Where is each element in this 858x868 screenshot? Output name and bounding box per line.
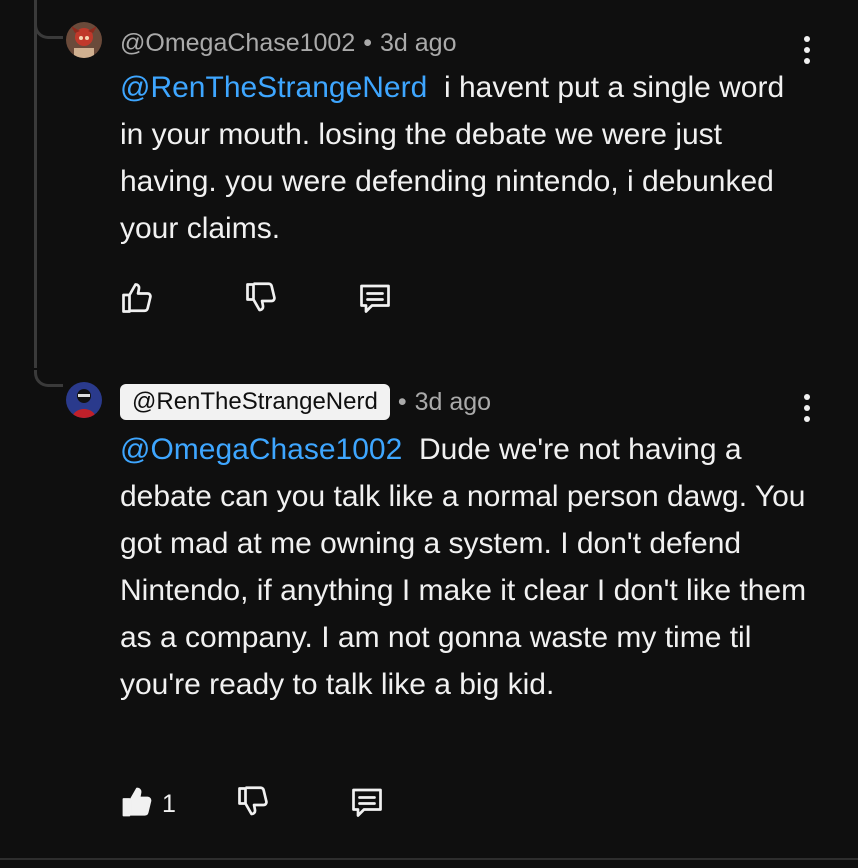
avatar[interactable] <box>66 22 102 58</box>
reply-comment-icon <box>349 784 385 825</box>
thumbs-up-icon <box>119 280 155 321</box>
thread-connector <box>34 22 63 39</box>
comment-body: Dude we're not having a debate can you t… <box>120 433 815 701</box>
reply-button[interactable] <box>356 280 394 320</box>
dislike-button[interactable] <box>234 784 272 824</box>
divider <box>0 858 858 860</box>
avatar[interactable] <box>66 382 102 418</box>
thumbs-up-filled-icon <box>119 784 155 825</box>
separator: • <box>397 387 407 416</box>
comment-actions: 1 <box>118 784 386 824</box>
comment-header: @RenTheStrangeNerd • 3d ago <box>120 382 491 422</box>
more-vertical-icon[interactable] <box>796 32 818 68</box>
reply-button[interactable] <box>348 784 386 824</box>
thumbs-down-icon <box>235 784 271 825</box>
separator: • <box>363 28 373 57</box>
mention-link[interactable]: @RenTheStrangeNerd <box>120 71 427 104</box>
like-button[interactable] <box>118 784 156 824</box>
dislike-button[interactable] <box>242 280 280 320</box>
author-handle[interactable]: @OmegaChase1002 <box>120 29 355 58</box>
like-count: 1 <box>162 789 176 818</box>
author-handle[interactable]: @RenTheStrangeNerd <box>120 384 390 420</box>
more-vertical-icon[interactable] <box>796 390 818 426</box>
comment-text: @RenTheStrangeNerd i havent put a single… <box>120 64 810 252</box>
reply-comment-icon <box>357 280 393 321</box>
thread-connector <box>34 370 63 387</box>
mention-link[interactable]: @OmegaChase1002 <box>120 433 402 466</box>
thread-line <box>34 0 37 368</box>
timestamp[interactable]: 3d ago <box>380 29 456 58</box>
comment-header: @OmegaChase1002 • 3d ago <box>120 26 456 60</box>
like-button[interactable] <box>118 280 156 320</box>
comment-text: @OmegaChase1002 Dude we're not having a … <box>120 426 810 708</box>
timestamp[interactable]: 3d ago <box>415 388 491 417</box>
comment-actions <box>118 280 394 320</box>
thumbs-down-icon <box>243 280 279 321</box>
